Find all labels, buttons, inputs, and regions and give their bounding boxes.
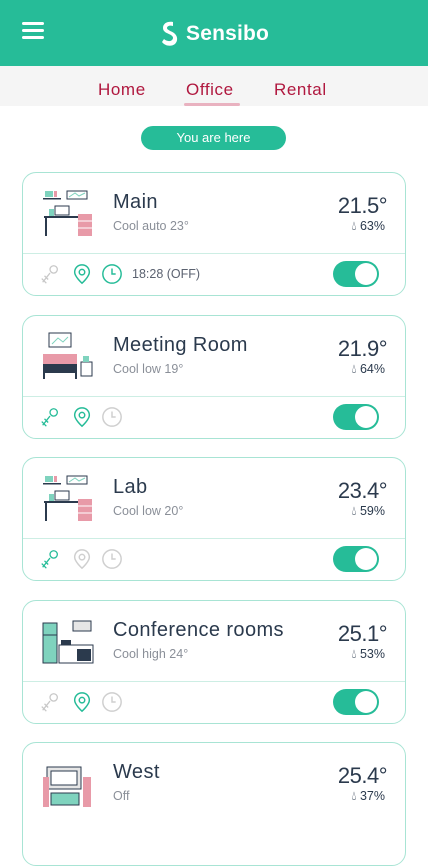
power-toggle[interactable] xyxy=(333,261,379,287)
room-name: Main xyxy=(113,191,158,213)
room-temperature: 21.9° xyxy=(337,336,388,361)
climate-react-icon[interactable] xyxy=(39,263,61,285)
humidity-value: 64% xyxy=(359,362,385,376)
humidity-value: 59% xyxy=(359,504,385,518)
droplet-icon: 💧︎ xyxy=(351,789,357,803)
room-humidity: 💧︎ 59% xyxy=(351,504,385,519)
room-mode: Cool high 24° xyxy=(113,647,189,661)
app-title: Sensibo xyxy=(186,22,270,45)
room-humidity: 💧︎ 37% xyxy=(351,789,385,804)
location-pin-icon[interactable] xyxy=(71,406,93,428)
humidity-value: 53% xyxy=(359,647,385,661)
room-temperature: 25.4° xyxy=(337,763,388,788)
location-pin-icon[interactable] xyxy=(71,263,93,285)
location-pin-icon[interactable] xyxy=(71,548,93,570)
sensibo-logo-icon xyxy=(162,21,178,46)
tab-office[interactable]: Office xyxy=(186,80,234,100)
bedroom-room-icon xyxy=(43,332,93,379)
room-name: Lab xyxy=(113,476,148,498)
room-temperature: 21.5° xyxy=(337,193,388,218)
card-divider xyxy=(23,681,405,682)
room-mode: Cool auto 23° xyxy=(113,219,189,233)
timer-icon[interactable] xyxy=(101,406,123,428)
top-app-bar: Sensibo xyxy=(0,0,428,66)
room-name: Meeting Room xyxy=(113,334,248,356)
power-toggle[interactable] xyxy=(333,689,379,715)
room-temperature: 23.4° xyxy=(337,478,388,503)
power-toggle[interactable] xyxy=(333,546,379,572)
room-card-main[interactable]: Main Cool auto 23° 21.5° 💧︎ 63% 18:28 (O… xyxy=(22,172,406,296)
toggle-knob xyxy=(355,691,377,713)
room-card-conference-rooms[interactable]: Conference rooms Cool high 24° 25.1° 💧︎ … xyxy=(22,600,406,724)
humidity-value: 63% xyxy=(359,219,385,233)
room-humidity: 💧︎ 64% xyxy=(351,362,385,377)
room-mode: Cool low 20° xyxy=(113,504,184,518)
location-badge: You are here xyxy=(141,126,286,150)
office-room-icon xyxy=(43,475,92,521)
room-mode: Off xyxy=(113,789,130,803)
room-card-meeting-room[interactable]: Meeting Room Cool low 19° 21.9° 💧︎ 64% xyxy=(22,315,406,439)
power-toggle[interactable] xyxy=(333,404,379,430)
humidity-value: 37% xyxy=(359,789,385,803)
room-name: Conference rooms xyxy=(113,619,284,641)
timer-icon[interactable] xyxy=(101,691,123,713)
menu-icon[interactable] xyxy=(22,22,46,40)
card-divider xyxy=(23,253,405,254)
app-logo: Sensibo xyxy=(158,18,269,50)
climate-react-icon[interactable] xyxy=(39,548,61,570)
timer-status: 18:28 (OFF) xyxy=(132,267,201,281)
climate-react-icon[interactable] xyxy=(39,691,61,713)
living-room-icon xyxy=(43,766,91,807)
toggle-knob xyxy=(355,406,377,428)
location-pin-icon[interactable] xyxy=(71,691,93,713)
location-tabs: Home Office Rental xyxy=(0,66,428,106)
card-divider xyxy=(23,396,405,397)
kitchen-room-icon xyxy=(42,620,94,664)
room-humidity: 💧︎ 53% xyxy=(351,647,385,662)
droplet-icon: 💧︎ xyxy=(351,219,357,233)
room-humidity: 💧︎ 63% xyxy=(351,219,385,234)
office-room-icon xyxy=(43,190,92,236)
droplet-icon: 💧︎ xyxy=(351,362,357,376)
tab-home[interactable]: Home xyxy=(98,80,146,100)
room-temperature: 25.1° xyxy=(337,621,388,646)
toggle-knob xyxy=(355,548,377,570)
droplet-icon: 💧︎ xyxy=(351,647,357,661)
card-divider xyxy=(23,538,405,539)
droplet-icon: 💧︎ xyxy=(351,504,357,518)
climate-react-icon[interactable] xyxy=(39,406,61,428)
room-card-west[interactable]: West Off 25.4° 💧︎ 37% xyxy=(22,742,406,866)
timer-icon[interactable] xyxy=(101,263,123,285)
tab-rental[interactable]: Rental xyxy=(274,80,327,100)
room-mode: Cool low 19° xyxy=(113,362,184,376)
active-tab-indicator xyxy=(184,103,240,106)
timer-icon[interactable] xyxy=(101,548,123,570)
room-card-lab[interactable]: Lab Cool low 20° 23.4° 💧︎ 59% xyxy=(22,457,406,581)
toggle-knob xyxy=(355,263,377,285)
room-name: West xyxy=(113,761,160,783)
